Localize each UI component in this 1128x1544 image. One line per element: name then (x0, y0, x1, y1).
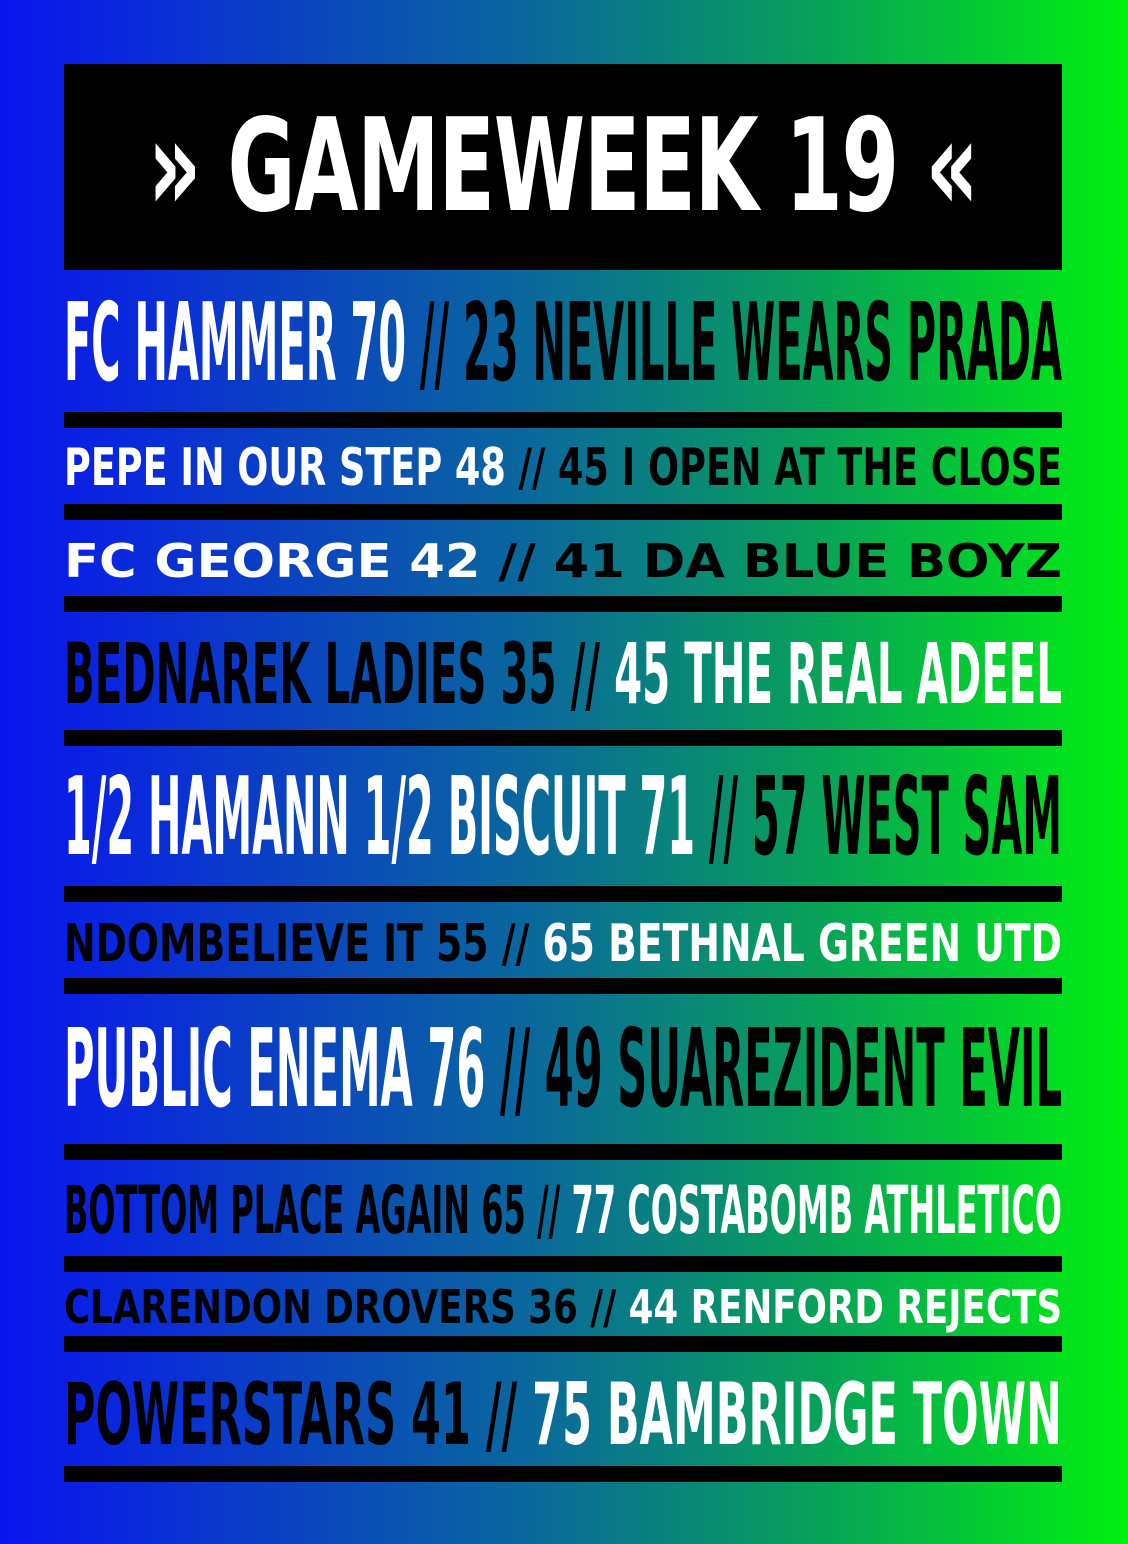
away-team: 77 COSTABOMB ATHLETICO (571, 1172, 1062, 1249)
separator: // (570, 625, 601, 723)
separator: // (536, 1172, 561, 1249)
fixture-row: PEPE IN OUR STEP 48 // 45 I OPEN AT THE … (64, 428, 1062, 520)
away-team: 49 SUAREZIDENT EVIL (544, 1007, 1062, 1132)
away-team: 41 DA BLUE BOYZ (553, 534, 1062, 588)
fixture-text: BOTTOM PLACE AGAIN 65 // 77 COSTABOMB AT… (64, 1178, 1062, 1244)
home-team: CLARENDON DROVERS 36 (64, 1280, 578, 1334)
chevrons-left-icon: « (925, 92, 980, 241)
away-team: 57 WEST SAM (751, 755, 1062, 880)
fixture-row: POWERSTARS 41 // 75 BAMBRIDGE TOWN (64, 1352, 1062, 1482)
home-team: BOTTOM PLACE AGAIN 65 (64, 1172, 526, 1249)
header-banner: » GAMEWEEK 19 « (64, 64, 1062, 270)
separator: // (518, 438, 546, 498)
page-title: » GAMEWEEK 19 « (148, 103, 979, 231)
separator: // (590, 1280, 617, 1334)
home-team: BEDNAREK LADIES 35 (64, 625, 557, 723)
fixture-text: FC GEORGE 42 // 41 DA BLUE BOYZ (64, 538, 1062, 584)
fixture-text: POWERSTARS 41 // 75 BAMBRIDGE TOWN (64, 1372, 1062, 1458)
home-team: PUBLIC ENEMA 76 (64, 1007, 486, 1132)
separator: // (501, 914, 530, 974)
fixture-row: FC GEORGE 42 // 41 DA BLUE BOYZ (64, 520, 1062, 612)
home-team: POWERSTARS 41 (64, 1365, 471, 1465)
divider (64, 1466, 1062, 1482)
divider (64, 504, 1062, 520)
separator: // (485, 1365, 518, 1465)
divider (64, 886, 1062, 902)
away-team: 23 NEVILLE WEARS PRADA (463, 281, 1062, 406)
separator: // (419, 281, 450, 406)
away-team: 65 BETHNAL GREEN UTD (542, 914, 1062, 974)
away-team: 75 BAMBRIDGE TOWN (532, 1365, 1062, 1465)
fixture-row: NDOMBELIEVE IT 55 // 65 BETHNAL GREEN UT… (64, 902, 1062, 994)
divider (64, 1256, 1062, 1272)
fixture-text: NDOMBELIEVE IT 55 // 65 BETHNAL GREEN UT… (64, 918, 1062, 970)
home-team: 1/2 HAMANN 1/2 BISCUIT 71 (64, 755, 696, 880)
fixture-row: BEDNAREK LADIES 35 // 45 THE REAL ADEEL (64, 612, 1062, 746)
divider (64, 978, 1062, 994)
away-team: 44 RENFORD REJECTS (628, 1280, 1062, 1334)
separator: // (708, 755, 739, 880)
divider (64, 596, 1062, 612)
away-team: 45 THE REAL ADEEL (614, 625, 1062, 723)
home-team: NDOMBELIEVE IT 55 (64, 914, 489, 974)
divider (64, 730, 1062, 746)
separator: // (499, 1007, 531, 1132)
away-team: 45 I OPEN AT THE CLOSE (557, 438, 1062, 498)
fixture-text: CLARENDON DROVERS 36 // 44 RENFORD REJEC… (64, 1284, 1062, 1330)
fixture-row: 1/2 HAMANN 1/2 BISCUIT 71 // 57 WEST SAM (64, 746, 1062, 902)
fixture-text: 1/2 HAMANN 1/2 BISCUIT 71 // 57 WEST SAM (64, 764, 1062, 872)
fixture-text: PUBLIC ENEMA 76 // 49 SUAREZIDENT EVIL (64, 1016, 1062, 1124)
fixture-text: FC HAMMER 70 // 23 NEVILLE WEARS PRADA (64, 290, 1062, 398)
fixture-text: BEDNAREK LADIES 35 // 45 THE REAL ADEEL (64, 632, 1062, 716)
divider (64, 1336, 1062, 1352)
chevrons-right-icon: » (148, 92, 202, 241)
home-team: FC GEORGE 42 (64, 534, 481, 588)
separator: // (498, 534, 536, 588)
home-team: PEPE IN OUR STEP 48 (64, 438, 506, 498)
title-text: GAMEWEEK 19 (227, 92, 900, 241)
divider (64, 412, 1062, 428)
fixture-row: CLARENDON DROVERS 36 // 44 RENFORD REJEC… (64, 1272, 1062, 1352)
divider (64, 1144, 1062, 1160)
fixture-row: BOTTOM PLACE AGAIN 65 // 77 COSTABOMB AT… (64, 1160, 1062, 1272)
home-team: FC HAMMER 70 (64, 281, 406, 406)
fixture-text: PEPE IN OUR STEP 48 // 45 I OPEN AT THE … (64, 442, 1062, 494)
fixture-row: FC HAMMER 70 // 23 NEVILLE WEARS PRADA (64, 270, 1062, 428)
fixture-row: PUBLIC ENEMA 76 // 49 SUAREZIDENT EVIL (64, 994, 1062, 1160)
fixtures-list: FC HAMMER 70 // 23 NEVILLE WEARS PRADA P… (64, 270, 1062, 1482)
